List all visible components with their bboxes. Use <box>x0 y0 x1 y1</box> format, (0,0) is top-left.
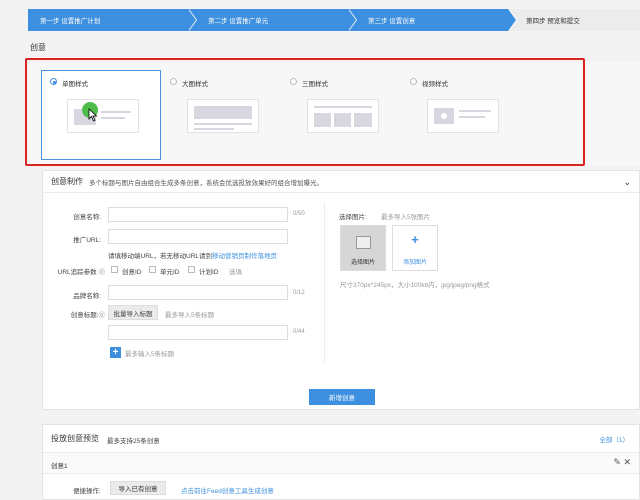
choose-image-button[interactable]: 选择图片 <box>340 225 386 271</box>
brand-name-label: 品牌名称: <box>73 293 101 300</box>
add-image-caption: 添加图片 <box>402 260 427 266</box>
style-card-single[interactable]: 单图样式 <box>41 70 161 160</box>
section-title: 创意 <box>30 43 46 52</box>
style-card-triple[interactable]: 三图样式 <box>281 70 401 160</box>
unit-id-label: 单元ID <box>160 269 180 276</box>
step-1: 第一步 设置推广计划 <box>28 9 197 31</box>
row-actions: ✎ ✕ <box>613 457 631 468</box>
style-card-large[interactable]: 大图样式 <box>161 70 281 160</box>
style-card-label: 单图样式 <box>62 81 88 88</box>
optional-note: 选填 <box>229 269 242 276</box>
large-image-thumbnail <box>187 99 259 133</box>
import-existing-button[interactable]: 导入已有创意 <box>110 481 166 495</box>
step-4-label: 第四步 预览和提交 <box>526 18 580 25</box>
creative-name-label: 创意名称: <box>73 214 101 221</box>
triple-image-thumbnail <box>307 99 379 133</box>
add-title-hint: 最多输入5条标题 <box>125 351 175 358</box>
step-2: 第二步 设置推广单元 <box>188 9 357 31</box>
creative-id-checkbox[interactable] <box>111 266 118 273</box>
preview-subtitle: 最多支持25条创意 <box>107 438 160 445</box>
creative-title-input[interactable] <box>108 325 288 340</box>
creative-row-name: 创意1 <box>51 463 68 470</box>
promo-url-input[interactable] <box>108 229 288 244</box>
promo-url-label: 推广URL: <box>73 237 101 244</box>
style-card-label: 三图样式 <box>302 81 328 88</box>
step-2-label: 第二步 设置推广单元 <box>208 18 269 25</box>
plus-icon: + <box>411 232 419 247</box>
image-spec-hint: 尺寸370px*245px，大小100kb内，jpg/jpeg/png格式 <box>340 282 490 289</box>
panel-header[interactable]: 创意制作 多个标题与图片自由组合生成多条创意，系统会优选投放效果好的组合增加曝光… <box>43 171 639 193</box>
close-icon[interactable]: ✕ <box>623 457 631 467</box>
creative-title-label: 创意标题:⓪ <box>70 312 106 319</box>
choose-image-label: 选择图片: <box>339 214 367 221</box>
preview-title: 投放创意预览 <box>51 434 99 443</box>
quick-ops-label: 便捷操作: <box>73 488 101 495</box>
bulk-import-titles-button[interactable]: 批量导入标题 <box>108 305 158 320</box>
brand-name-counter: 0/12 <box>293 290 305 296</box>
help-icon: ⓪ <box>98 312 106 319</box>
creative-preview-panel: 投放创意预览 最多支持25条创意 全部（1） 创意1 ✎ ✕ 便捷操作: 导入已… <box>42 424 640 500</box>
add-creative-button[interactable]: 新增创意 <box>309 389 375 405</box>
plan-id-checkbox[interactable] <box>188 266 195 273</box>
panel-title: 创意制作 <box>51 177 83 186</box>
feed-tool-link[interactable]: 点击前往Feed创意工具生成创意 <box>181 485 274 495</box>
cursor-icon <box>88 108 98 122</box>
view-all-link[interactable]: 全部（1） <box>599 434 629 444</box>
unit-id-checkbox[interactable] <box>149 266 156 273</box>
image-icon <box>356 236 371 249</box>
help-icon: ⓪ <box>98 269 106 276</box>
radio-icon[interactable] <box>290 78 297 85</box>
creative-id-label: 创意ID <box>122 269 142 276</box>
step-3: 第三步 设置创意 <box>348 9 517 31</box>
add-title-icon[interactable]: + <box>110 347 121 358</box>
radio-icon[interactable] <box>170 78 177 85</box>
edit-icon[interactable]: ✎ <box>613 457 621 467</box>
radio-icon[interactable] <box>50 78 57 85</box>
url-params-label: URL追踪参数 ⓪ <box>57 269 106 276</box>
creative-title-counter: 0/44 <box>293 329 305 335</box>
chevron-down-icon[interactable]: ⌄ <box>623 177 631 188</box>
image-limit-hint: 最多导入5张图片 <box>381 214 431 221</box>
add-image-button[interactable]: + 添加图片 <box>392 225 438 271</box>
style-card-video[interactable]: 视频样式 <box>401 70 521 160</box>
step-1-label: 第一步 设置推广计划 <box>40 18 101 25</box>
column-divider <box>324 203 325 363</box>
style-selector: 单图样式 大图样式 三图样式 视频样式 <box>28 62 640 166</box>
step-3-label: 第三步 设置创意 <box>368 18 416 25</box>
creative-name-input[interactable] <box>108 207 288 222</box>
promo-url-hint: 请填移动端URL，若无移动URL请到移动营销页制作落地页 <box>108 253 278 260</box>
title-limit-hint: 最多导入5条标题 <box>165 312 215 319</box>
panel-description: 多个标题与图片自由组合生成多条创意，系统会优选投放效果好的组合增加曝光。 <box>89 179 323 187</box>
list-item: 创意1 ✎ ✕ <box>43 452 639 474</box>
step-progress-bar: 第一步 设置推广计划 第二步 设置推广单元 第三步 设置创意 第四步 预览和提交 <box>28 9 640 31</box>
video-thumbnail <box>427 99 499 133</box>
style-card-label: 视频样式 <box>422 81 448 88</box>
style-card-label: 大图样式 <box>182 81 208 88</box>
brand-name-input[interactable] <box>108 285 288 300</box>
creative-making-panel: 创意制作 多个标题与图片自由组合生成多条创意，系统会优选投放效果好的组合增加曝光… <box>42 170 640 410</box>
radio-icon[interactable] <box>410 78 417 85</box>
creative-name-counter: 0/50 <box>293 211 305 217</box>
choose-image-caption: 选择图片 <box>350 260 375 266</box>
landing-page-link[interactable]: 移动营销页制作落地页 <box>212 253 277 260</box>
step-4: 第四步 预览和提交 <box>508 9 640 31</box>
plan-id-label: 计划ID <box>199 269 219 276</box>
single-image-thumbnail <box>67 99 139 133</box>
